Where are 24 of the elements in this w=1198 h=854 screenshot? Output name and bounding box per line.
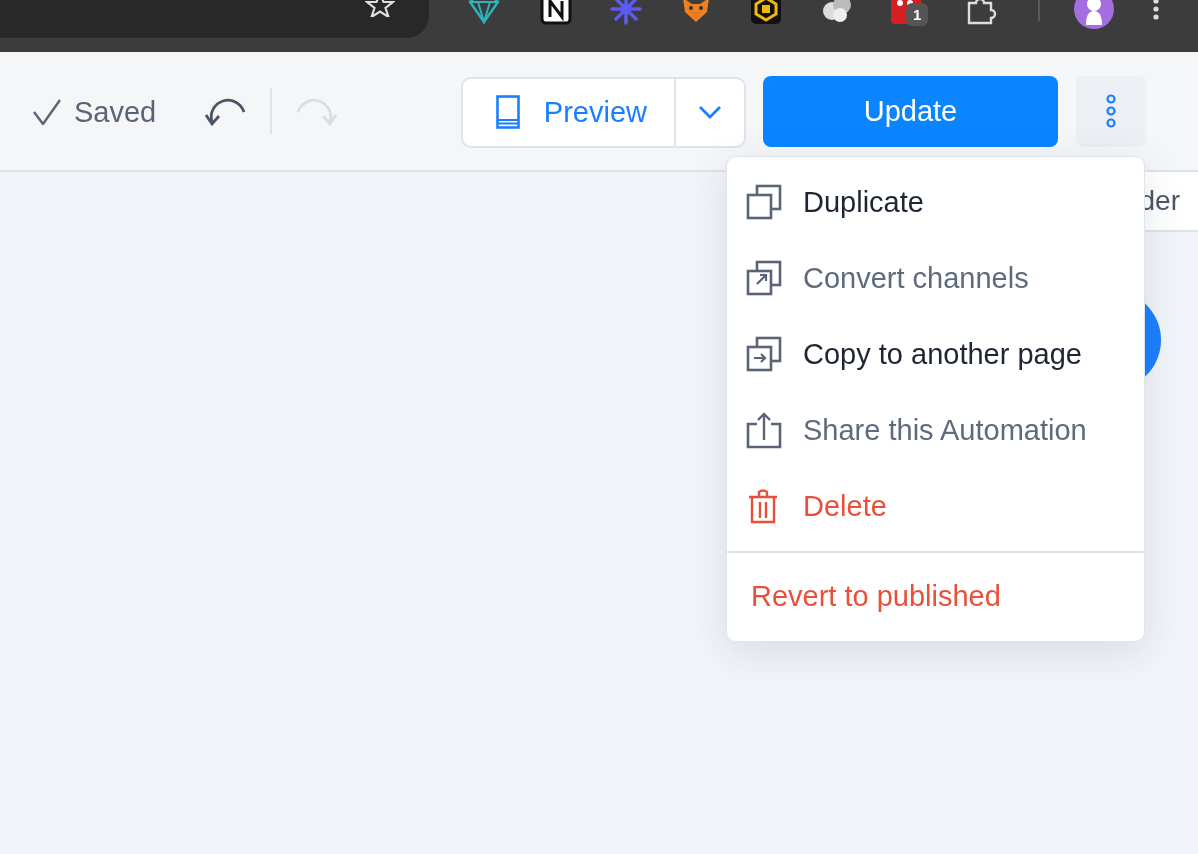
kebab-menu-icon[interactable]: [1152, 0, 1160, 21]
gem-icon[interactable]: [466, 0, 502, 24]
check-icon: [32, 99, 62, 125]
fox-icon[interactable]: [680, 0, 712, 24]
hexagon-icon[interactable]: [750, 0, 782, 25]
menu-item[interactable]: Duplicate: [727, 164, 1144, 240]
copy-icon: [746, 335, 782, 373]
save-status: Saved: [74, 95, 157, 129]
menu-item[interactable]: Copy to another page: [727, 316, 1144, 392]
cloud-icon[interactable]: [820, 0, 852, 25]
menu-item[interactable]: Revert to published: [727, 553, 1144, 641]
convert-icon: [746, 259, 782, 297]
share-icon: [746, 411, 782, 449]
kebab-menu-icon: [1104, 94, 1118, 128]
duplicate-icon: [746, 183, 782, 221]
avatar-icon[interactable]: [1074, 0, 1114, 29]
more-options-button[interactable]: [1076, 75, 1146, 147]
notification-badge: 1: [906, 3, 929, 26]
notebook-logo-icon[interactable]: [540, 0, 572, 25]
menu-item[interactable]: Delete: [727, 468, 1144, 544]
update-button[interactable]: Update: [763, 75, 1058, 147]
chevron-down-icon: [698, 105, 722, 119]
star-icon[interactable]: [365, 0, 395, 17]
tablet-icon: [495, 95, 520, 129]
